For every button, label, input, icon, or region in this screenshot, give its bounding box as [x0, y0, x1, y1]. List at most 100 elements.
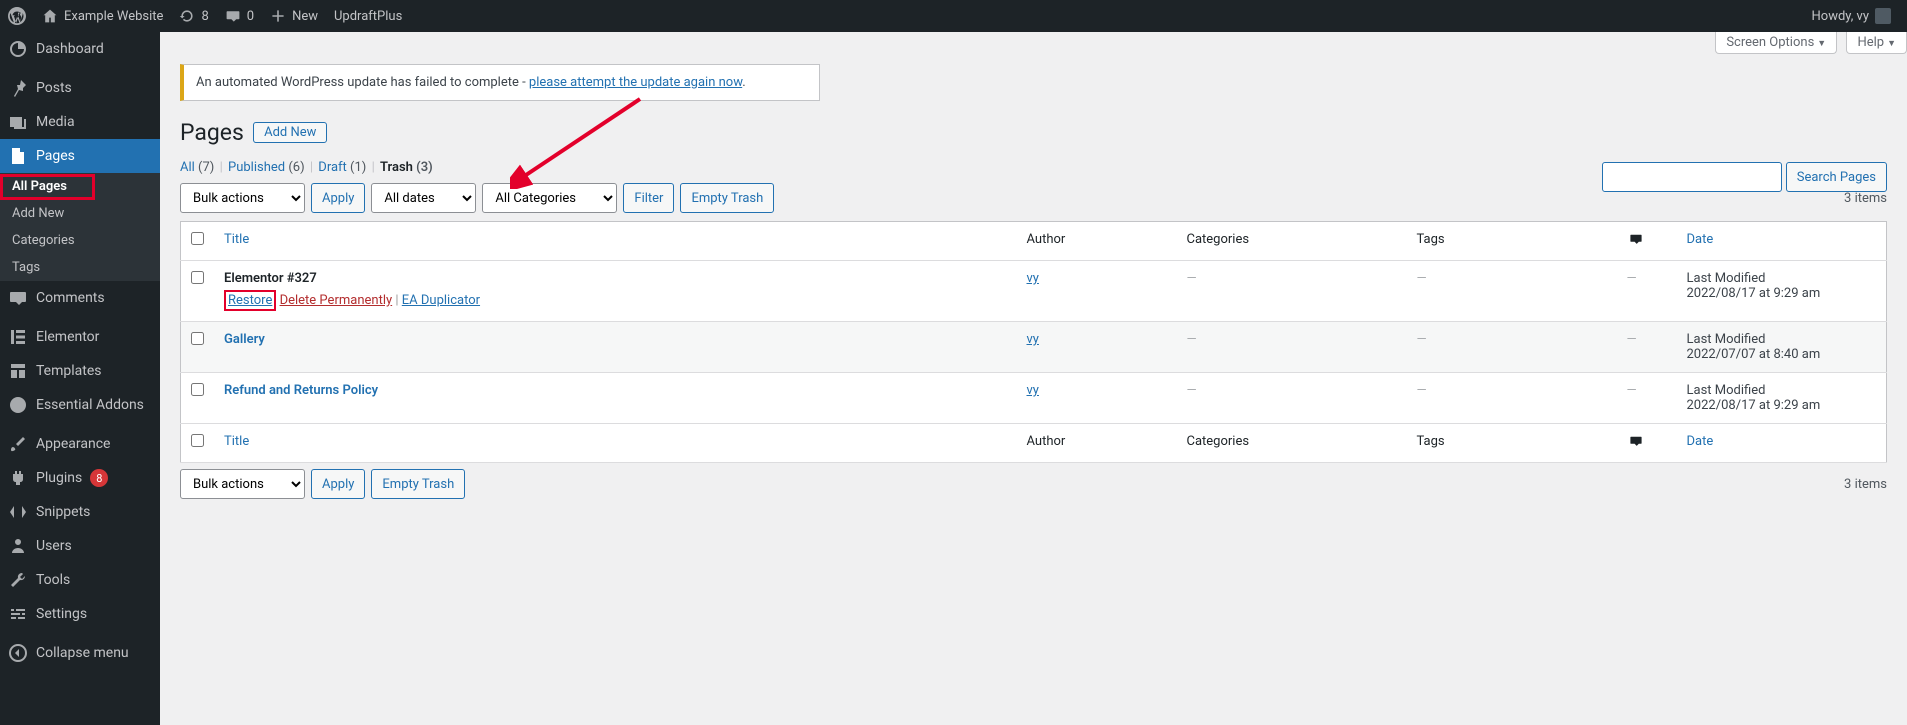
menu-appearance[interactable]: Appearance — [0, 427, 160, 461]
author-link[interactable]: vy — [1027, 332, 1039, 347]
screen-options-tab[interactable]: Screen Options▼ — [1715, 32, 1837, 54]
filter-draft[interactable]: Draft (1) — [318, 160, 366, 175]
collapse-icon — [8, 643, 28, 663]
users-icon — [8, 536, 28, 556]
updates[interactable]: 8 — [171, 0, 216, 32]
date-filter-select[interactable]: All dates — [371, 183, 476, 213]
help-tab[interactable]: Help▼ — [1846, 32, 1907, 54]
empty-value: — — [1627, 383, 1637, 398]
updates-count: 8 — [201, 9, 208, 24]
col-title[interactable]: Title — [214, 424, 1017, 463]
account[interactable]: Howdy, vy — [1804, 0, 1900, 32]
home-icon — [42, 8, 58, 24]
plugins-badge: 8 — [90, 469, 108, 487]
menu-tools[interactable]: Tools — [0, 563, 160, 597]
comment-icon — [225, 8, 241, 24]
menu-comments[interactable]: Comments — [0, 281, 160, 315]
submenu-tags[interactable]: Tags — [0, 254, 160, 281]
empty-trash-button[interactable]: Empty Trash — [680, 183, 774, 213]
new-label: New — [292, 9, 318, 24]
collapse-menu[interactable]: Collapse menu — [0, 636, 160, 670]
row-title[interactable]: Gallery — [224, 332, 265, 347]
col-categories: Categories — [1177, 424, 1407, 463]
site-name[interactable]: Example Website — [34, 0, 171, 32]
new-content[interactable]: New — [262, 0, 326, 32]
wp-logo[interactable] — [0, 0, 34, 32]
add-new-button[interactable]: Add New — [253, 122, 327, 143]
filter-trash[interactable]: Trash (3) — [380, 160, 433, 175]
date-label: Last Modified — [1687, 332, 1766, 347]
col-title[interactable]: Title — [214, 222, 1017, 261]
menu-elementor[interactable]: Elementor — [0, 320, 160, 354]
dashboard-icon — [8, 39, 28, 59]
category-filter-select[interactable]: All Categories — [482, 183, 617, 213]
delete-permanently-link[interactable]: Delete Permanently — [280, 293, 393, 308]
search-input[interactable] — [1602, 162, 1782, 192]
brush-icon — [8, 434, 28, 454]
bulk-actions-select[interactable]: Bulk actions — [180, 183, 305, 213]
admin-toolbar: Example Website 8 0 New UpdraftPlus Howd… — [0, 0, 1907, 32]
updraftplus[interactable]: UpdraftPlus — [326, 0, 410, 32]
elementor-icon — [8, 327, 28, 347]
media-icon — [8, 112, 28, 132]
menu-essential-addons[interactable]: Essential Addons — [0, 388, 160, 422]
empty-value: — — [1187, 332, 1197, 347]
restore-link[interactable]: Restore — [228, 293, 272, 308]
wrench-icon — [8, 570, 28, 590]
row-checkbox[interactable] — [191, 383, 204, 396]
menu-posts[interactable]: Posts — [0, 71, 160, 105]
update-notice: An automated WordPress update has failed… — [180, 64, 820, 101]
row-checkbox[interactable] — [191, 332, 204, 345]
col-comments[interactable] — [1617, 424, 1677, 463]
empty-value: — — [1627, 271, 1637, 286]
table-footer-row: Title Author Categories Tags Date — [181, 424, 1887, 463]
menu-templates[interactable]: Templates — [0, 354, 160, 388]
select-all-checkbox[interactable] — [191, 434, 204, 447]
snippets-icon — [8, 502, 28, 522]
author-link[interactable]: vy — [1027, 271, 1039, 286]
submenu-categories[interactable]: Categories — [0, 227, 160, 254]
author-link[interactable]: vy — [1027, 383, 1039, 398]
page-content: Screen Options▼ Help▼ An automated WordP… — [160, 32, 1907, 527]
menu-plugins[interactable]: Plugins 8 — [0, 461, 160, 495]
empty-trash-button[interactable]: Empty Trash — [371, 469, 465, 499]
menu-media[interactable]: Media — [0, 105, 160, 139]
filter-button[interactable]: Filter — [623, 183, 674, 213]
comments-bubble[interactable]: 0 — [217, 0, 262, 32]
ea-duplicator-link[interactable]: EA Duplicator — [402, 293, 480, 308]
col-tags: Tags — [1407, 424, 1617, 463]
items-count: 3 items — [1844, 191, 1887, 206]
avatar-icon — [1875, 8, 1891, 24]
filter-all[interactable]: All (7) — [180, 160, 214, 175]
menu-users[interactable]: Users — [0, 529, 160, 563]
date-label: Last Modified — [1687, 271, 1766, 286]
col-author: Author — [1017, 424, 1177, 463]
col-comments[interactable] — [1617, 222, 1677, 261]
col-date[interactable]: Date — [1677, 424, 1887, 463]
row-title[interactable]: Refund and Returns Policy — [224, 383, 378, 398]
search-button[interactable]: Search Pages — [1786, 162, 1887, 192]
row-actions: Restore Delete Permanently | EA Duplicat… — [224, 290, 1007, 311]
submenu-all-pages[interactable]: All Pages — [0, 173, 160, 200]
admin-sidebar: Dashboard Posts Media Pages All Pages Ad… — [0, 32, 160, 725]
col-author: Author — [1017, 222, 1177, 261]
items-count: 3 items — [1844, 477, 1887, 492]
screen-meta: Screen Options▼ Help▼ — [180, 32, 1907, 54]
select-all-checkbox[interactable] — [191, 232, 204, 245]
menu-pages[interactable]: Pages — [0, 139, 160, 173]
addons-icon — [8, 395, 28, 415]
bulk-actions-select[interactable]: Bulk actions — [180, 469, 305, 499]
row-checkbox[interactable] — [191, 271, 204, 284]
filter-published[interactable]: Published (6) — [228, 160, 305, 175]
apply-button[interactable]: Apply — [311, 183, 365, 213]
menu-dashboard[interactable]: Dashboard — [0, 32, 160, 66]
empty-value: — — [1187, 271, 1197, 286]
menu-settings[interactable]: Settings — [0, 597, 160, 631]
retry-update-link[interactable]: please attempt the update again now — [529, 75, 742, 90]
col-date[interactable]: Date — [1677, 222, 1887, 261]
row-title[interactable]: Elementor #327 — [224, 271, 317, 286]
apply-button[interactable]: Apply — [311, 469, 365, 499]
menu-snippets[interactable]: Snippets — [0, 495, 160, 529]
submenu-add-new[interactable]: Add New — [0, 200, 160, 227]
sliders-icon — [8, 604, 28, 624]
